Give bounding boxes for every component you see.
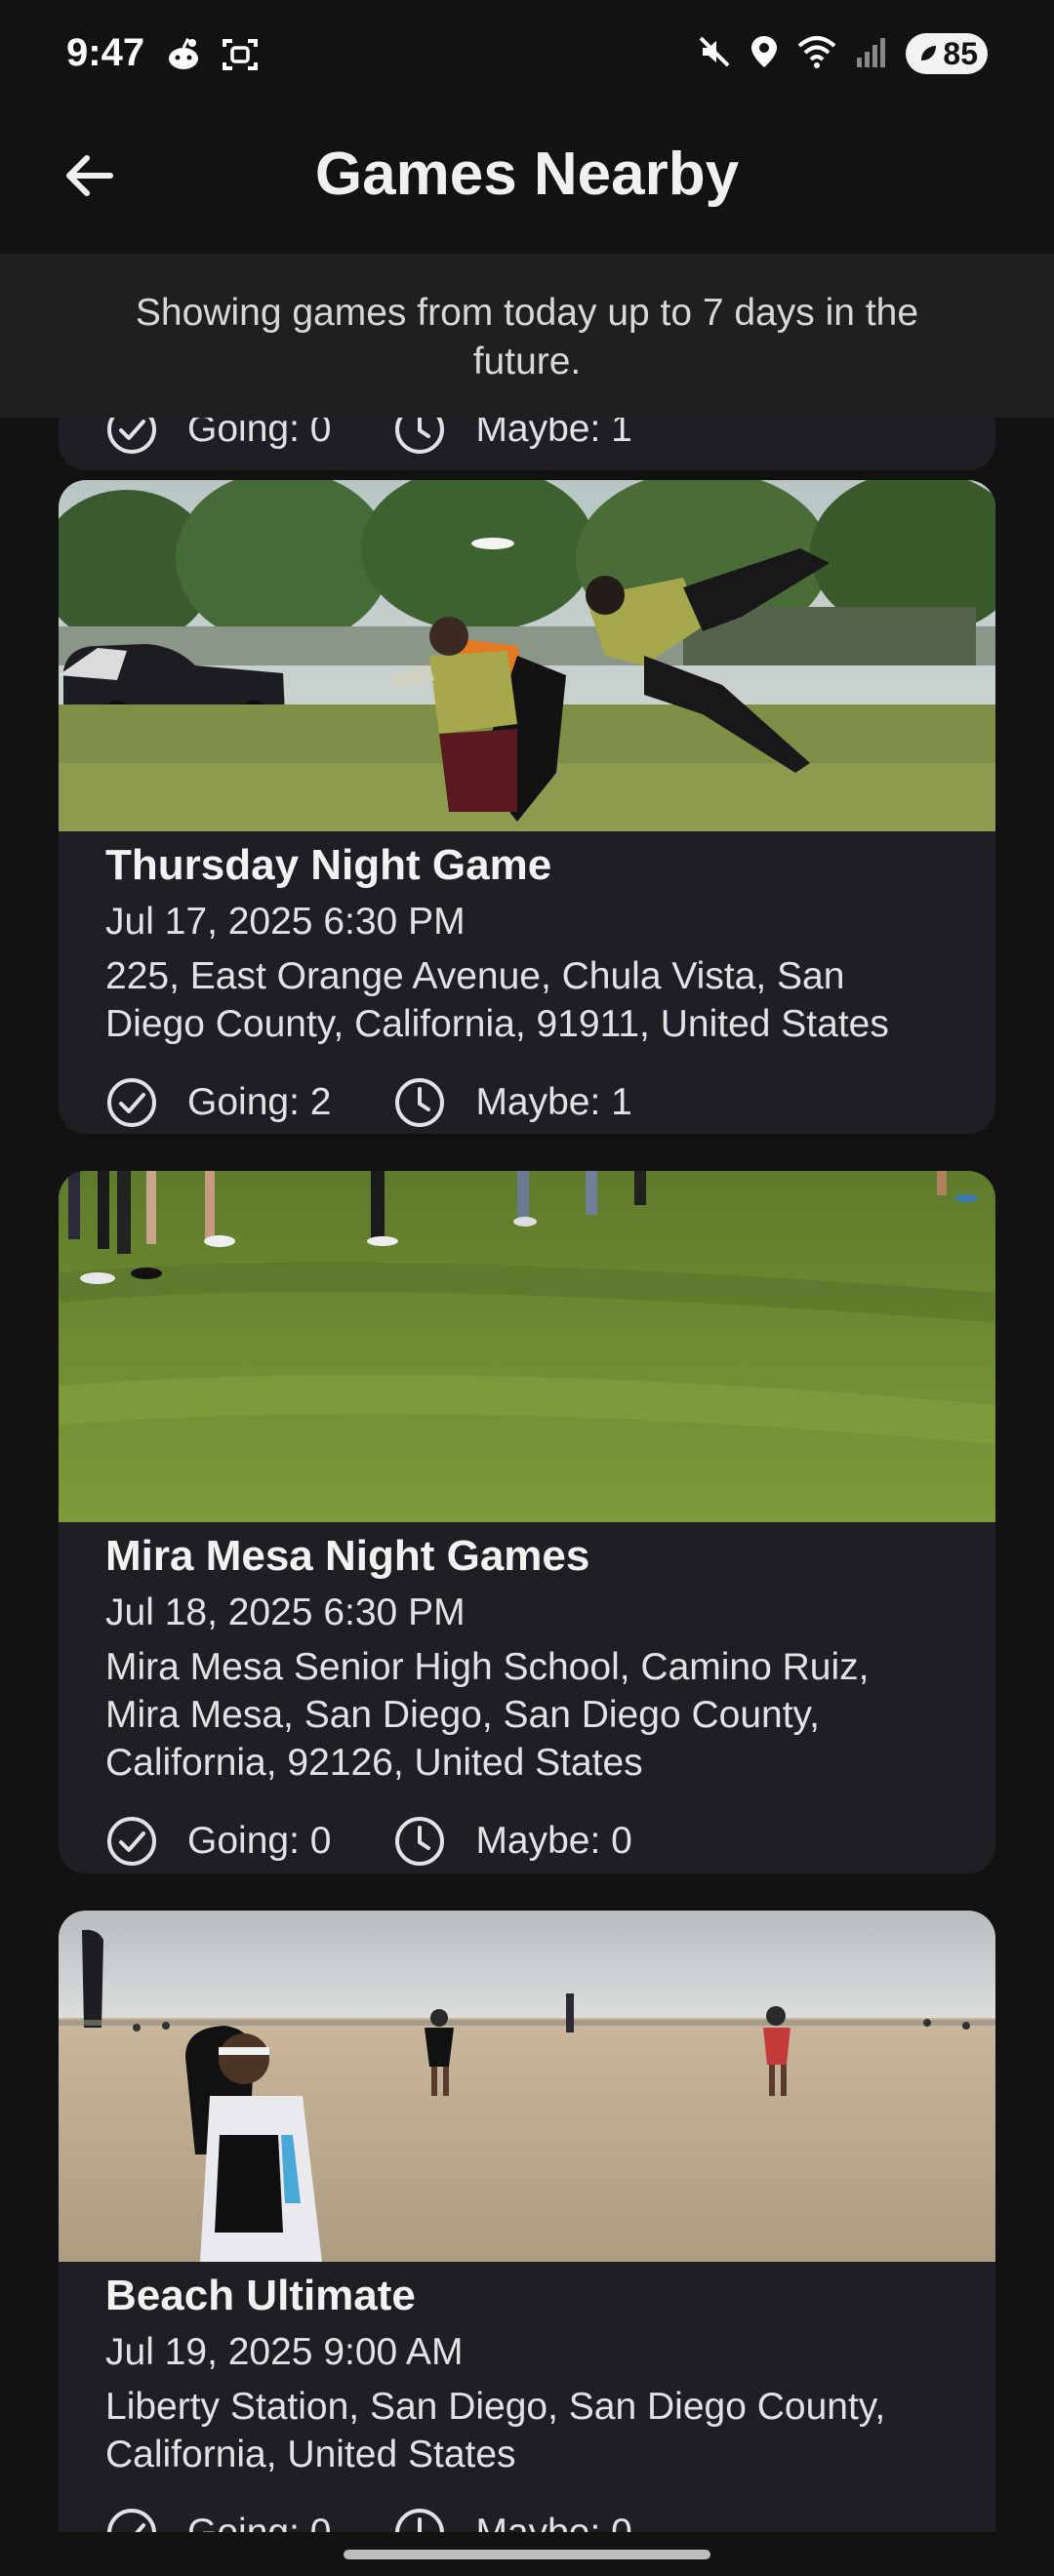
maybe-count: Maybe: 0 [393, 2507, 632, 2532]
going-label: Going: 0 [187, 418, 332, 450]
maybe-count: Maybe: 1 [393, 1076, 632, 1129]
location-icon [750, 34, 779, 74]
game-photo [59, 480, 995, 831]
going-count: Going: 0 [105, 418, 331, 456]
card-stats: Going: 2 Maybe: 1 [105, 1073, 949, 1132]
check-circle-icon [107, 1817, 156, 1866]
maybe-count: Maybe: 0 [393, 1815, 632, 1868]
maybe-count: Maybe: 1 [393, 418, 632, 456]
signal-icon [855, 36, 888, 72]
page-title: Games Nearby [314, 141, 740, 208]
game-card[interactable]: Mira Mesa Night Games Jul 18, 2025 6:30 … [59, 1171, 995, 1873]
info-banner-text: Showing games from today up to 7 days in… [135, 292, 919, 382]
maybe-label: Maybe: 0 [475, 2512, 631, 2532]
battery-level: 85 [943, 35, 978, 71]
maybe-label: Maybe: 1 [475, 1081, 632, 1123]
going-label: Going: 0 [187, 1820, 332, 1862]
check-circle-icon [107, 418, 156, 454]
game-title: Mira Mesa Night Games [105, 1532, 590, 1580]
status-time: 9:47 [66, 31, 145, 74]
game-photo [59, 1911, 995, 2262]
clock-icon [395, 418, 445, 454]
check-circle-icon [107, 2509, 156, 2532]
going-label: Going: 2 [187, 1081, 332, 1123]
going-count: Going: 0 [105, 2507, 331, 2532]
game-card[interactable]: Thursday Night Game Jul 17, 2025 6:30 PM… [59, 480, 995, 1134]
battery-saver-icon [921, 46, 937, 60]
screenshot-icon [221, 35, 260, 79]
going-label: Going: 0 [187, 2512, 331, 2532]
game-card-partial[interactable]: Going: 0 Maybe: 1 [59, 418, 995, 470]
home-gesture-handle[interactable] [344, 2550, 710, 2559]
going-count: Going: 2 [105, 1076, 331, 1129]
mute-icon [697, 34, 732, 74]
game-date: Jul 18, 2025 6:30 PM [105, 1591, 466, 1633]
info-banner: Showing games from today up to 7 days in… [0, 254, 1054, 418]
game-date: Jul 17, 2025 6:30 PM [105, 901, 466, 943]
card-stats: Going: 0 Maybe: 1 [105, 418, 949, 459]
game-date: Jul 19, 2025 9:00 AM [105, 2331, 464, 2373]
card-stats: Going: 0 Maybe: 0 [105, 1812, 949, 1871]
check-circle-icon [107, 1078, 156, 1127]
game-address: 225, East Orange Avenue, Chula Vista, Sa… [105, 955, 889, 1045]
navigation-bar [0, 2532, 1054, 2576]
clock-icon [395, 1817, 445, 1866]
clock-icon [395, 1078, 445, 1127]
card-stats: Going: 0 Maybe: 0 [105, 2504, 949, 2532]
game-address: Liberty Station, San Diego, San Diego Co… [105, 2386, 886, 2475]
wifi-icon [796, 34, 837, 74]
app-bar: Games Nearby [0, 112, 1054, 254]
maybe-label: Maybe: 1 [475, 418, 632, 450]
game-photo [59, 1171, 995, 1522]
game-title: Thursday Night Game [105, 841, 552, 889]
game-title: Beach Ultimate [105, 2272, 416, 2319]
maybe-label: Maybe: 0 [475, 1820, 632, 1862]
game-card[interactable]: Beach Ultimate Jul 19, 2025 9:00 AM Libe… [59, 1911, 995, 2532]
game-list[interactable]: Going: 0 Maybe: 1 Thursday Night Game Ju… [0, 418, 1054, 2532]
reddit-icon [164, 35, 203, 79]
game-address: Mira Mesa Senior High School, Camino Rui… [105, 1646, 870, 1784]
clock-icon [395, 2509, 445, 2532]
going-count: Going: 0 [105, 1815, 331, 1868]
status-bar: 9:47 85 [0, 0, 1054, 112]
battery-indicator: 85 [906, 33, 988, 74]
